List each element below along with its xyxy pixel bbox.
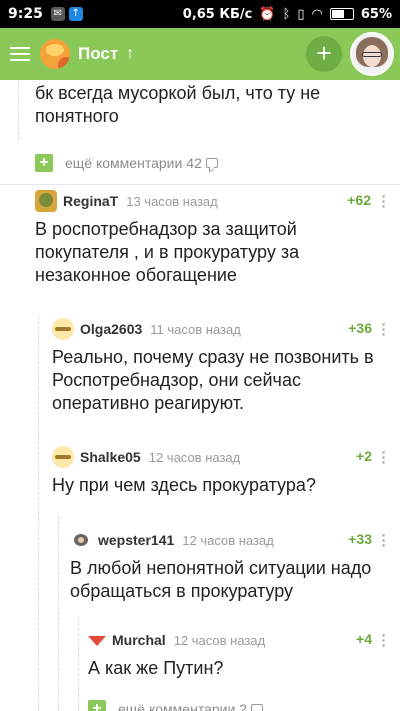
comment-time: 12 часов назад bbox=[173, 632, 266, 648]
comment-text: Реально, почему сразу не позвонить в Рос… bbox=[52, 347, 374, 413]
comment-bubble-icon bbox=[251, 704, 264, 711]
comment-author[interactable]: Olga2603 bbox=[80, 321, 142, 337]
comments-list: бк всегда мусоркой был, что ту не понятн… bbox=[0, 80, 400, 711]
comment-rating: +36 bbox=[348, 320, 372, 336]
pikabu-logo[interactable] bbox=[40, 39, 70, 69]
comment-rating: +2 bbox=[356, 448, 372, 464]
comment-author[interactable]: wepster141 bbox=[98, 532, 174, 548]
comment-rating: +4 bbox=[356, 631, 372, 647]
comment: Murchal 12 часов назад +4 А как же Путин… bbox=[88, 629, 377, 680]
more-options-icon[interactable]: · · · bbox=[381, 445, 387, 469]
comment-text: В любой непонятной ситуации надо обращат… bbox=[70, 558, 372, 601]
alarm-icon: ⏰ bbox=[259, 6, 276, 22]
comment-text: бк всегда мусоркой был, что ту не понятн… bbox=[35, 83, 321, 126]
more-options-icon[interactable]: · · · bbox=[381, 528, 387, 552]
more-comments-count: 42 bbox=[186, 155, 202, 171]
comment-time: 12 часов назад bbox=[148, 449, 241, 465]
comment-text: Ну при чем здесь прокуратура? bbox=[52, 475, 316, 495]
comment-rating: +62 bbox=[347, 192, 371, 208]
user-avatar[interactable] bbox=[350, 32, 394, 76]
comment-author[interactable]: ReginaT bbox=[63, 193, 118, 209]
expand-icon: + bbox=[88, 700, 106, 711]
avatar[interactable] bbox=[35, 190, 57, 212]
comment: Shalke05 12 часов назад +2 Ну при чем зд… bbox=[52, 446, 377, 497]
divider bbox=[0, 184, 400, 185]
status-bar: 9:25 ✉ ↑ 0,65 КБ/с ⏰ ᛒ ▯ ◠ 65% bbox=[0, 0, 400, 28]
more-options-icon[interactable]: · · · bbox=[381, 628, 387, 652]
page-title: Пост bbox=[78, 44, 119, 63]
comment-author[interactable]: Shalke05 bbox=[80, 449, 141, 465]
bluetooth-icon: ᛒ bbox=[282, 6, 291, 22]
more-comments-button[interactable]: + ещё комментарии 2 bbox=[88, 700, 264, 711]
status-time: 9:25 bbox=[8, 6, 43, 22]
more-comments-count: 2 bbox=[239, 701, 248, 711]
battery-percent: 65% bbox=[360, 6, 392, 22]
menu-icon[interactable] bbox=[10, 47, 30, 61]
mail-icon: ✉ bbox=[50, 7, 65, 21]
battery-icon bbox=[329, 8, 354, 20]
avatar[interactable] bbox=[52, 446, 74, 468]
scroll-up-icon[interactable]: ↑ bbox=[126, 45, 134, 63]
comment-text: А как же Путин? bbox=[88, 658, 224, 678]
comment: ReginaT 13 часов назад +62 В роспотребна… bbox=[35, 190, 375, 287]
more-comments-button[interactable]: + ещё комментарии 42 bbox=[35, 154, 218, 172]
comment-time: 12 часов назад bbox=[182, 532, 274, 548]
comment-time: 13 часов назад bbox=[126, 193, 218, 209]
avatar[interactable] bbox=[70, 529, 92, 551]
comment-author[interactable]: Murchal bbox=[112, 632, 166, 648]
more-options-icon[interactable]: · · · bbox=[381, 317, 387, 341]
add-post-button[interactable]: + bbox=[306, 36, 342, 72]
network-speed: 0,65 КБ/с bbox=[182, 6, 253, 22]
expand-icon: + bbox=[35, 154, 53, 172]
comment-time: 11 часов назад bbox=[150, 321, 241, 337]
vibrate-icon: ▯ bbox=[297, 6, 305, 22]
comment: wepster141 12 часов назад +33 В любой не… bbox=[70, 529, 377, 603]
avatar[interactable] bbox=[88, 636, 106, 646]
more-options-icon[interactable]: · · · bbox=[381, 189, 387, 213]
wifi-icon: ◠ bbox=[311, 6, 323, 22]
app-header: Пост ↑ + bbox=[0, 28, 400, 80]
comment: Olga2603 11 часов назад +36 Реально, поч… bbox=[52, 318, 377, 415]
comment-bubble-icon bbox=[205, 158, 218, 168]
upload-icon: ↑ bbox=[68, 7, 83, 21]
comment-rating: +33 bbox=[348, 531, 372, 547]
comment-text: В роспотребнадзор за защитой покупателя … bbox=[35, 219, 300, 285]
more-comments-label: ещё комментарии bbox=[65, 155, 183, 171]
avatar[interactable] bbox=[52, 318, 74, 340]
more-comments-label: ещё комментарии bbox=[118, 701, 236, 711]
